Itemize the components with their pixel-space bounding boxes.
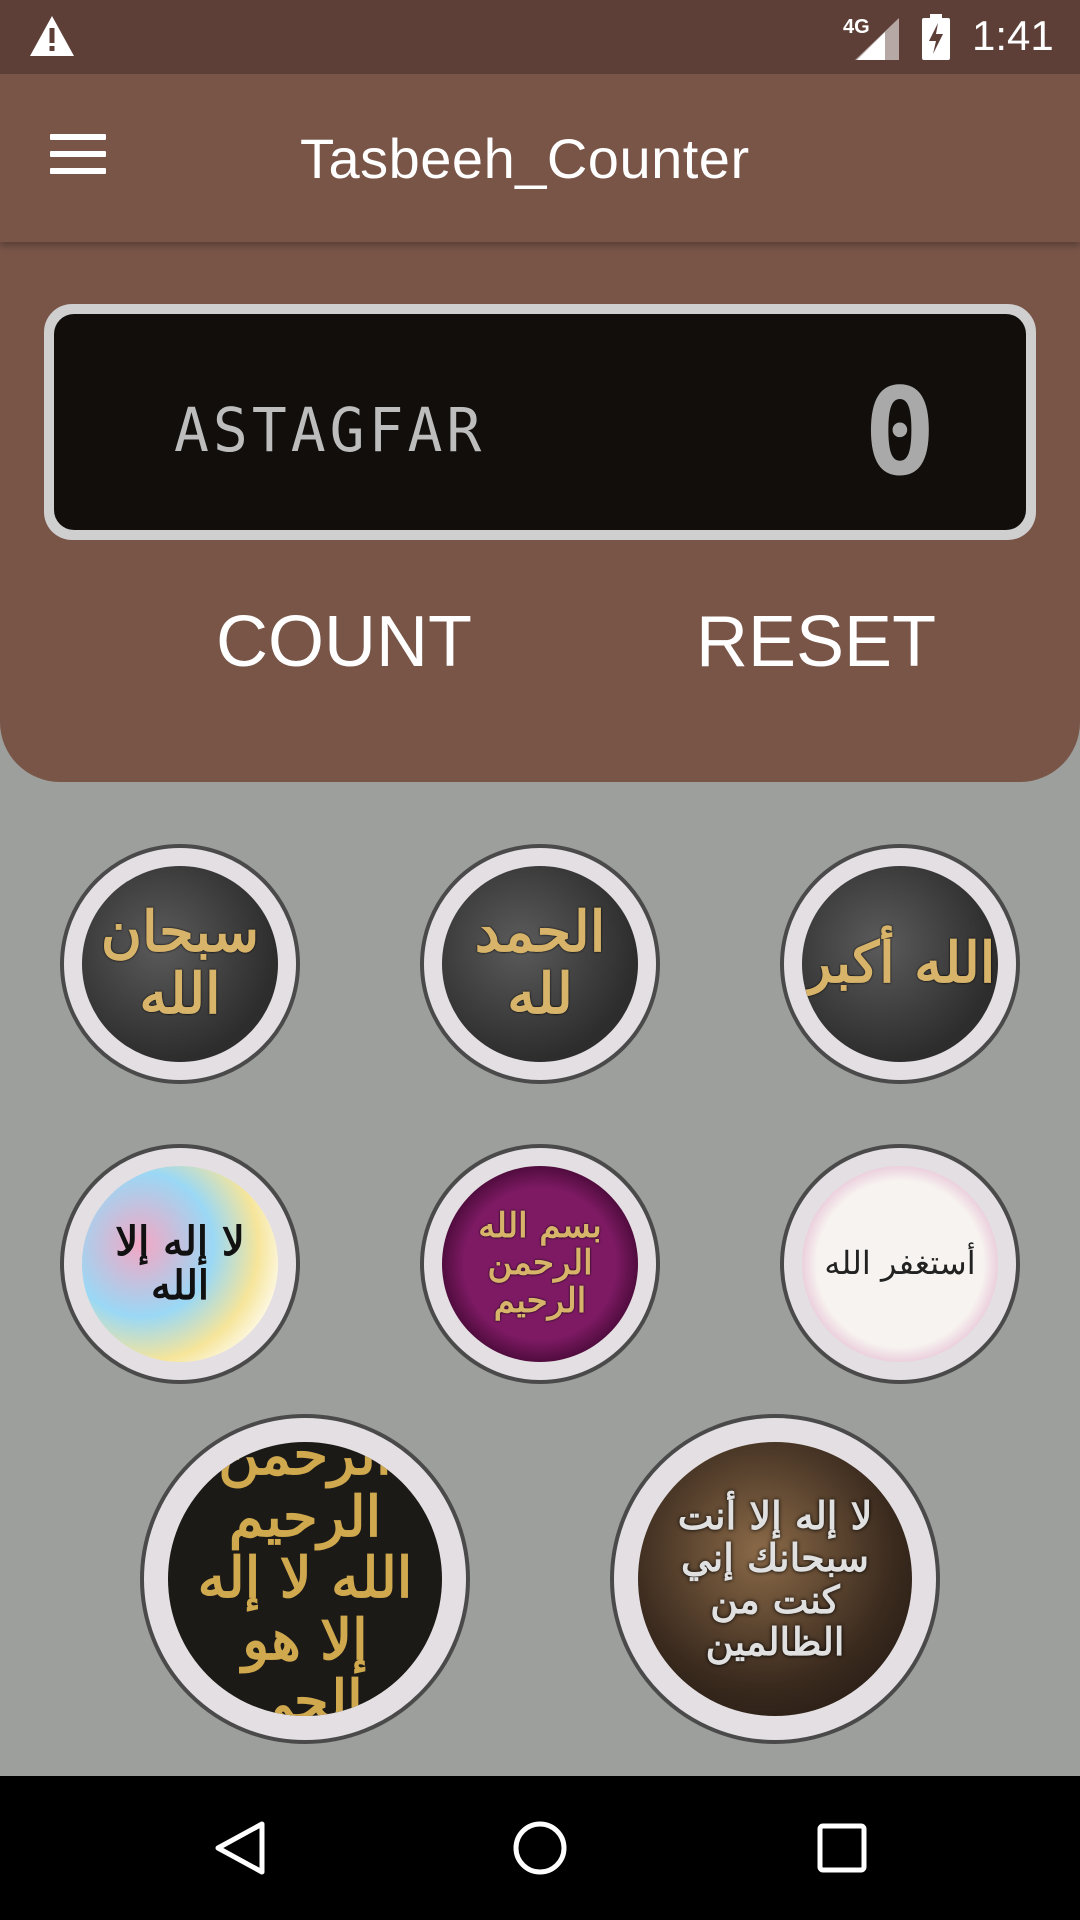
clock: 1:41	[972, 12, 1054, 59]
warning-icon	[30, 16, 74, 56]
ayat-ul-kursi-calligraphy: بسم الله الرحمن الرحيم الله لا إله إلا ه…	[197, 1442, 413, 1716]
dhikr-button-astaghfirullah[interactable]: أستغفر الله	[780, 1144, 1020, 1384]
dhikr-button-bismillah[interactable]: بسم الله الرحمن الرحيم	[420, 1144, 660, 1384]
navigation-bar	[0, 1776, 1080, 1920]
dhikr-button-allahu-akbar[interactable]: الله أكبر	[780, 844, 1020, 1084]
la-ilaha-illa-anta-calligraphy: لا إله إلا أنت سبحانك إني كنت من الظالمي…	[677, 1493, 873, 1664]
back-icon[interactable]	[210, 1818, 270, 1878]
hamburger-menu-icon[interactable]	[50, 134, 118, 184]
astaghfirullah-calligraphy: أستغفر الله	[824, 1244, 976, 1283]
count-button[interactable]: COUNT	[210, 600, 478, 684]
dhikr-button-subhanallah[interactable]: سبحان الله	[60, 844, 300, 1084]
alhamdulillah-calligraphy: الحمد لله	[474, 899, 606, 1027]
display-screen: ASTAGFAR 0	[54, 314, 1026, 530]
dhikr-name: ASTAGFAR	[174, 394, 486, 466]
allahu-akbar-image: الله أكبر	[802, 866, 998, 1062]
dhikr-button-alhamdulillah[interactable]: الحمد لله	[420, 844, 660, 1084]
reset-button[interactable]: RESET	[690, 600, 942, 684]
dhikr-button-ayat-ul-kursi[interactable]: بسم الله الرحمن الرحيم الله لا إله إلا ه…	[140, 1414, 470, 1744]
bismillah-image: بسم الله الرحمن الرحيم	[442, 1166, 638, 1362]
dhikr-button-la-ilaha-illallah[interactable]: لا إله إلا الله	[60, 1144, 300, 1384]
la-ilaha-illa-anta-image: لا إله إلا أنت سبحانك إني كنت من الظالمي…	[638, 1442, 912, 1716]
allahu-akbar-calligraphy: الله أكبر	[804, 930, 996, 997]
app-title: Tasbeeh_Counter	[300, 127, 750, 190]
count-value: 0	[863, 364, 936, 503]
ayat-ul-kursi-image: بسم الله الرحمن الرحيم الله لا إله إلا ه…	[168, 1442, 442, 1716]
battery-charging-icon	[922, 14, 950, 60]
recents-icon[interactable]	[812, 1818, 872, 1878]
home-icon[interactable]	[510, 1818, 570, 1878]
status-bar: 4G 1:41	[0, 0, 1080, 74]
counter-display: ASTAGFAR 0	[44, 304, 1036, 540]
signal-icon	[855, 18, 899, 60]
subhanallah-image: سبحان الله	[82, 866, 278, 1062]
alhamdulillah-image: الحمد لله	[442, 866, 638, 1062]
la-ilaha-illallah-image: لا إله إلا الله	[82, 1166, 278, 1362]
subhanallah-calligraphy: سبحان الله	[100, 899, 260, 1027]
app-bar: Tasbeeh_Counter	[0, 74, 1080, 242]
la-ilaha-illallah-calligraphy: لا إله إلا الله	[115, 1218, 245, 1309]
bismillah-calligraphy: بسم الله الرحمن الرحيم	[478, 1205, 602, 1321]
dhikr-button-la-ilaha-illa-anta[interactable]: لا إله إلا أنت سبحانك إني كنت من الظالمي…	[610, 1414, 940, 1744]
astaghfirullah-image: أستغفر الله	[802, 1166, 998, 1362]
